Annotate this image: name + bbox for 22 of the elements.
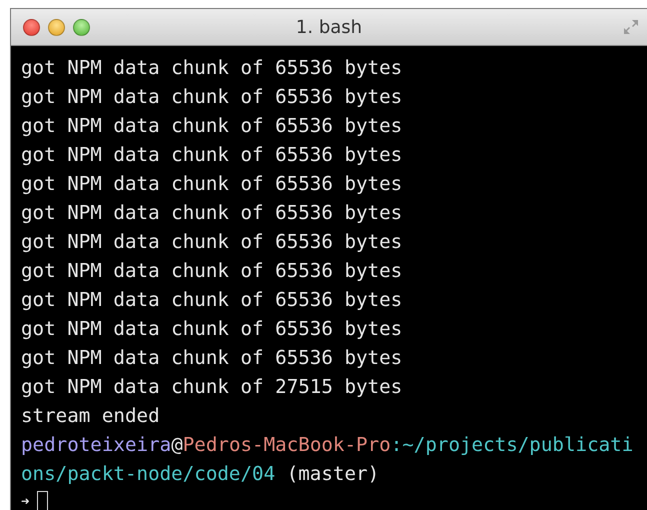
terminal-line: got NPM data chunk of 65536 bytes (21, 171, 402, 197)
terminal-line: got NPM data chunk of 65536 bytes (21, 287, 402, 313)
terminal-line: got NPM data chunk of 65536 bytes (21, 55, 402, 81)
close-button[interactable] (23, 18, 40, 36)
terminal-line: got NPM data chunk of 65536 bytes (21, 84, 402, 110)
minimize-button[interactable] (48, 18, 65, 36)
fullscreen-icon[interactable] (623, 19, 639, 35)
prompt-symbol: ➜ (21, 493, 30, 510)
terminal-line: got NPM data chunk of 65536 bytes (21, 113, 402, 139)
window-title: 1. bash (296, 16, 362, 38)
zoom-button[interactable] (73, 18, 90, 36)
terminal-line: got NPM data chunk of 65536 bytes (21, 345, 402, 371)
terminal-line: got NPM data chunk of 65536 bytes (21, 316, 402, 342)
terminal-line: got NPM data chunk of 65536 bytes (21, 229, 402, 255)
terminal-line: got NPM data chunk of 65536 bytes (21, 142, 402, 168)
text-cursor (37, 490, 48, 510)
terminal-line: pedroteixeira@Pedros-MacBook-Pro:~/projects/publicati (21, 432, 634, 458)
terminal-line: got NPM data chunk of 65536 bytes (21, 258, 402, 284)
terminal-line: got NPM data chunk of 65536 bytes (21, 200, 402, 226)
terminal-line: stream ended (21, 403, 160, 429)
terminal-line: got NPM data chunk of 27515 bytes (21, 374, 402, 400)
terminal-line: ons/packt-node/code/04 (master) (21, 461, 380, 487)
